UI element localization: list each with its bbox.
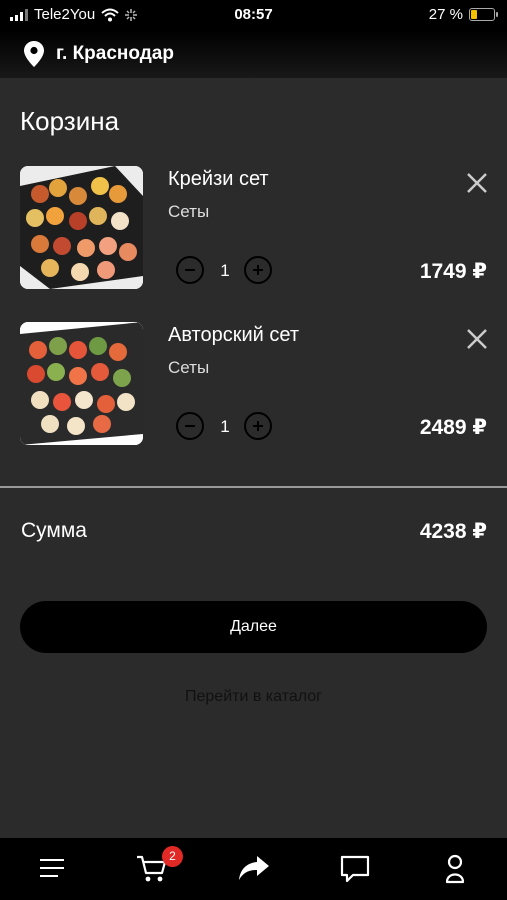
product-image bbox=[20, 166, 143, 289]
increase-quantity-button[interactable] bbox=[244, 256, 272, 284]
product-name[interactable]: Крейзи сет bbox=[168, 168, 269, 191]
page-title: Корзина bbox=[20, 106, 120, 136]
decrease-quantity-button[interactable] bbox=[176, 256, 204, 284]
bottom-nav: 2 bbox=[0, 838, 507, 900]
quantity-value: 1 bbox=[220, 417, 230, 436]
status-right: 27 % bbox=[428, 6, 498, 23]
item-price: 2489 ₽ bbox=[419, 416, 487, 439]
increase-quantity-button[interactable] bbox=[244, 412, 272, 440]
share-icon[interactable] bbox=[237, 854, 271, 882]
quantity-value: 1 bbox=[220, 261, 230, 280]
battery-icon bbox=[469, 8, 498, 21]
location-header[interactable]: г. Краснодар bbox=[0, 30, 507, 78]
location-pin-icon bbox=[24, 41, 44, 67]
battery-fill bbox=[471, 10, 477, 19]
sum-label: Сумма bbox=[21, 519, 87, 542]
sum-value: 4238 ₽ bbox=[419, 520, 487, 543]
product-category: Сеты bbox=[168, 358, 210, 377]
battery-percent: 27 % bbox=[428, 6, 463, 23]
product-name[interactable]: Авторский сет bbox=[168, 324, 299, 347]
decrease-quantity-button[interactable] bbox=[176, 412, 204, 440]
divider bbox=[0, 486, 507, 488]
chat-icon[interactable] bbox=[339, 854, 371, 884]
menu-icon[interactable] bbox=[38, 854, 66, 882]
product-image bbox=[20, 322, 143, 445]
cart-item: Авторский сет Сеты 1 2489 ₽ bbox=[0, 322, 507, 452]
item-price: 1749 ₽ bbox=[419, 260, 487, 283]
product-category: Сеты bbox=[168, 202, 210, 221]
cart-count-badge: 2 bbox=[162, 846, 183, 867]
remove-item-icon[interactable] bbox=[464, 170, 490, 196]
cart-item: Крейзи сет Сеты 1 1749 ₽ bbox=[0, 166, 507, 296]
next-button[interactable]: Далее bbox=[20, 601, 487, 653]
profile-icon[interactable] bbox=[444, 854, 466, 884]
city-name: г. Краснодар bbox=[56, 43, 174, 64]
status-bar: Tele2You 08:57 27 % bbox=[0, 0, 507, 30]
remove-item-icon[interactable] bbox=[464, 326, 490, 352]
go-to-catalog-link[interactable]: Перейти в каталог bbox=[0, 688, 507, 706]
